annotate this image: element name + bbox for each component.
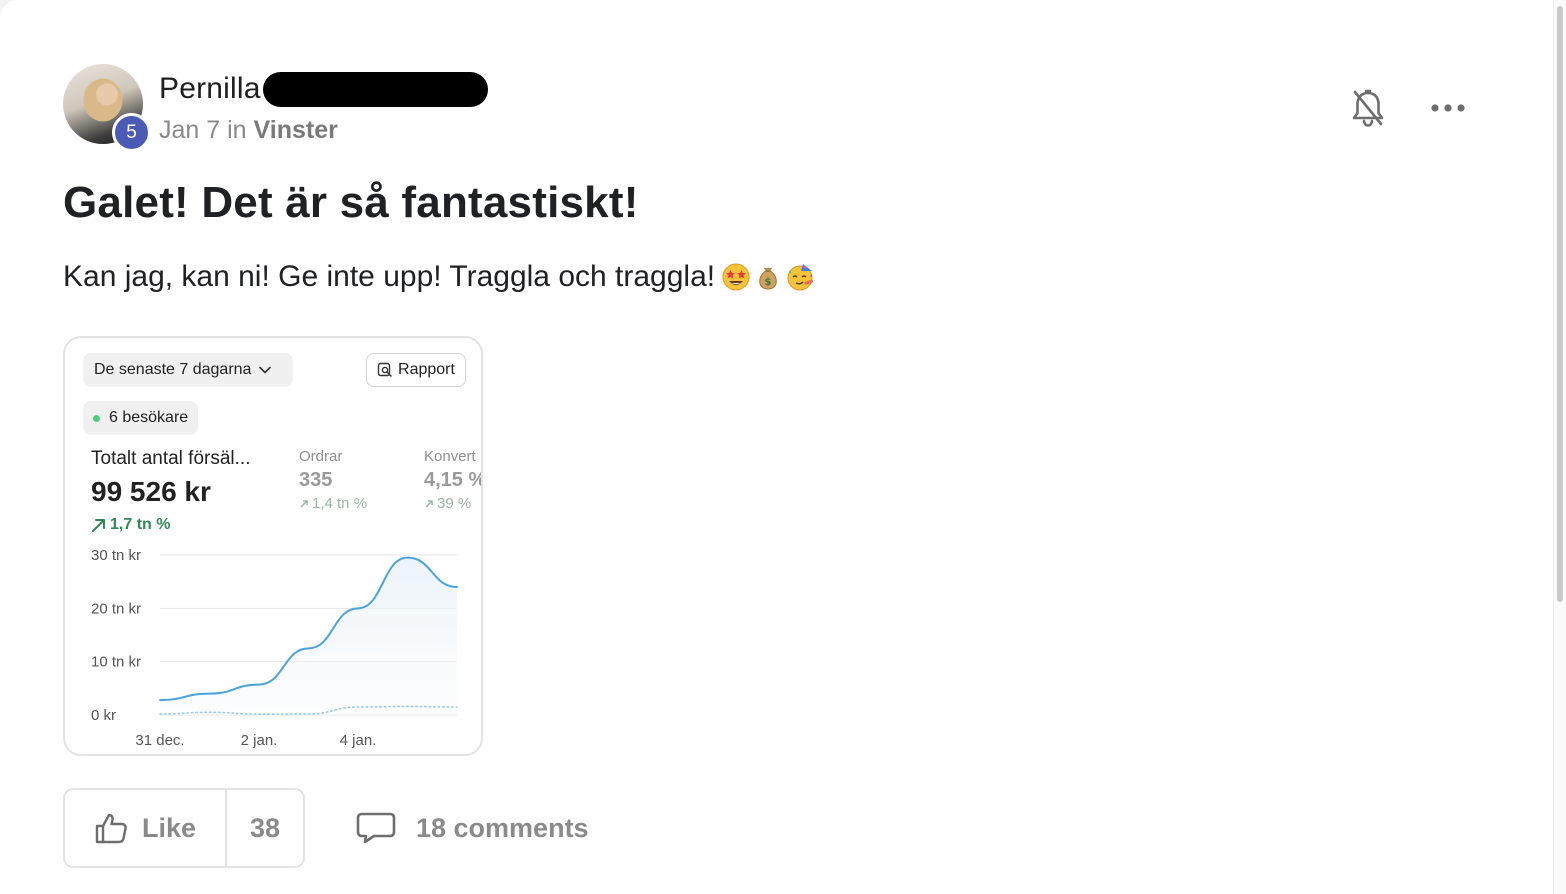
comments-label: 18 comments [416, 812, 589, 843]
post-meta: Jan 7 in Vinster [159, 116, 338, 145]
post-category[interactable]: Vinster [254, 116, 338, 144]
comment-bubble-icon [356, 812, 396, 844]
sales-line-chart: 30 tn kr 20 tn kr 10 tn kr 0 kr 31 dec. 2 jan… [91, 547, 458, 749]
like-count[interactable]: 38 [227, 790, 303, 866]
meta-in-word: in [227, 116, 247, 144]
y-tick-label: 20 tn kr [91, 600, 141, 617]
comments-button[interactable]: 18 comments [356, 806, 589, 850]
more-horizontal-icon [1431, 104, 1465, 112]
like-label: Like [141, 812, 197, 843]
post-body: Kan jag, kan ni! Ge inte upp! Traggla oc… [63, 260, 815, 294]
x-tick-label: 31 dec. [135, 732, 184, 749]
y-tick-label: 10 tn kr [91, 654, 141, 671]
more-options-button[interactable] [1426, 88, 1470, 128]
thumbs-up-icon [95, 813, 127, 844]
post-title: Galet! Det är så fantastiskt! [63, 178, 639, 227]
series-area [160, 557, 457, 715]
post-date[interactable]: Jan 7 [159, 116, 220, 144]
scrollbar[interactable] [1553, 0, 1566, 894]
scrollbar-thumb[interactable] [1557, 6, 1563, 602]
money-bag-emoji: $ [759, 268, 777, 290]
author-name[interactable]: Pernilla [159, 72, 261, 106]
y-tick-label: 0 kr [91, 707, 116, 724]
redacted-surname [262, 71, 488, 107]
like-button[interactable]: Like [65, 790, 227, 866]
post-card: 5 Pernilla Jan 7 in Vinster Galet! Det ä… [0, 0, 1553, 894]
attached-image[interactable]: De senaste 7 dagarna Rapport 6 besökare … [63, 336, 483, 756]
post-body-text: Kan jag, kan ni! Ge inte upp! Traggla oc… [63, 260, 716, 293]
author-row: Pernilla [159, 70, 488, 108]
y-tick-label: 30 tn kr [91, 547, 141, 564]
like-box: Like 38 [63, 788, 305, 868]
star-struck-emoji [722, 263, 750, 291]
level-badge: 5 [112, 113, 151, 152]
x-tick-label: 2 jan. [241, 732, 278, 749]
bell-off-icon [1352, 89, 1384, 127]
x-tick-label: 4 jan. [340, 732, 377, 749]
emoji-row: $ [721, 262, 815, 292]
partying-face-emoji [787, 264, 814, 291]
notifications-toggle-button[interactable] [1346, 86, 1390, 130]
svg-text:$: $ [765, 277, 772, 288]
